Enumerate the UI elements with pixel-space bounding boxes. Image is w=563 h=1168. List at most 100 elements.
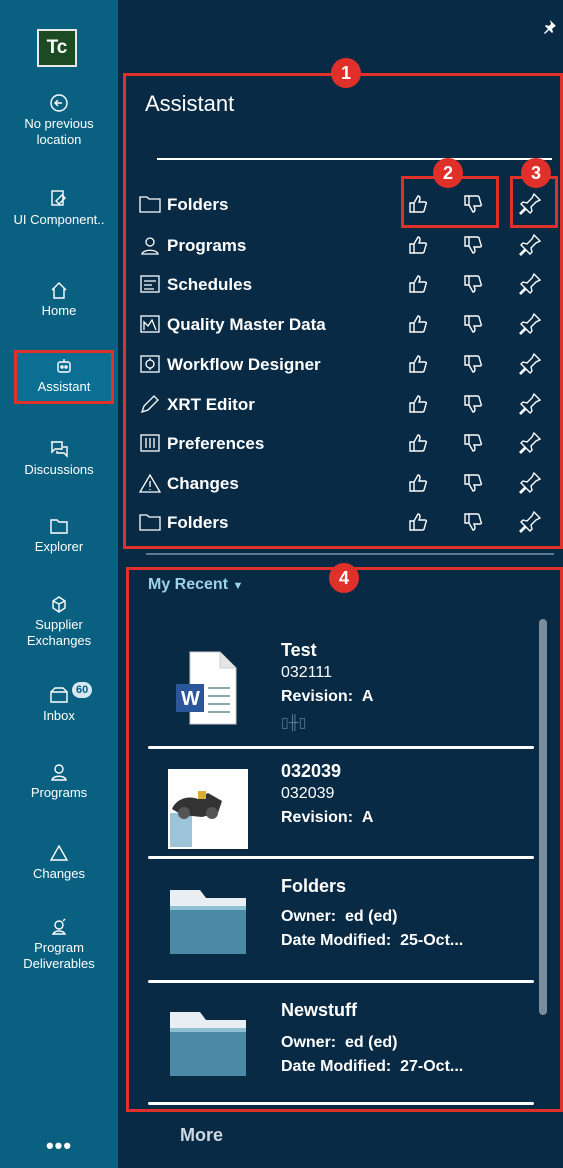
row-label: Preferences — [167, 434, 265, 453]
folder-icon — [48, 515, 70, 537]
thumbs-down-icon[interactable] — [461, 192, 485, 216]
pin-icon[interactable] — [518, 233, 542, 257]
nav-ui-component[interactable]: UI Component.. — [0, 188, 118, 228]
row-label: Folders — [167, 195, 229, 214]
programs-icon — [138, 234, 162, 256]
card-separator — [148, 980, 534, 983]
programs-icon — [48, 761, 70, 783]
pin-icon[interactable] — [518, 392, 542, 416]
global-navigation-rail: Tc No previous location UI Component.. H… — [0, 0, 118, 1168]
date-modified-value: 25-Oct... — [400, 932, 464, 949]
thumbs-up-icon[interactable] — [406, 431, 430, 455]
nav-label: UI Component.. — [13, 212, 105, 227]
assistant-row-schedules[interactable]: Schedules — [138, 270, 563, 300]
thumbs-up-icon[interactable] — [406, 510, 430, 534]
nav-label: Assistant — [37, 379, 91, 394]
recent-scrollbar[interactable] — [539, 619, 547, 1015]
my-recent-dropdown[interactable]: My Recent ▼ — [148, 576, 243, 594]
nav-changes[interactable]: Changes — [0, 842, 118, 882]
nav-label: Programs — [30, 785, 88, 800]
pin-icon[interactable] — [518, 312, 542, 336]
changes-icon — [48, 842, 70, 864]
thumbs-down-icon[interactable] — [461, 312, 485, 336]
nav-supplier-exchanges[interactable]: Supplier Exchanges — [0, 593, 118, 649]
home-icon — [48, 279, 70, 301]
nav-no-previous-location[interactable]: No previous location — [0, 92, 118, 148]
nav-label: No previous location — [24, 116, 94, 147]
divider — [157, 158, 552, 160]
folder-thumbnail — [168, 886, 248, 956]
assistant-row-workflow-designer[interactable]: Workflow Designer — [138, 350, 563, 380]
assistant-row-preferences[interactable]: Preferences — [138, 429, 563, 459]
nav-program-deliverables[interactable]: Program Deliverables — [0, 916, 118, 972]
assistant-row-folders[interactable]: Folders — [138, 190, 563, 220]
date-modified-value: 27-Oct... — [400, 1058, 464, 1075]
thumbs-down-icon[interactable] — [461, 352, 485, 376]
pin-icon[interactable] — [518, 510, 542, 534]
pin-icon[interactable] — [518, 352, 542, 376]
my-recent-label: My Recent — [148, 576, 229, 593]
pin-icon[interactable] — [518, 471, 542, 495]
date-modified-label: Date Modified: — [281, 1058, 392, 1075]
thumbs-down-icon[interactable] — [461, 392, 485, 416]
assistant-row-xrt-editor[interactable]: XRT Editor — [138, 390, 563, 420]
nav-assistant[interactable]: Assistant — [14, 350, 114, 404]
assistant-icon — [53, 355, 75, 377]
assistant-row-folders[interactable]: Folders — [138, 508, 563, 538]
nav-programs[interactable]: Programs — [0, 761, 118, 801]
thumbs-up-icon[interactable] — [406, 471, 430, 495]
program-deliverables-icon — [48, 916, 70, 938]
pin-icon[interactable] — [518, 192, 542, 216]
assistant-row-changes[interactable]: Changes — [138, 469, 563, 499]
thumbs-up-icon[interactable] — [406, 272, 430, 296]
teamcenter-logo: Tc — [37, 29, 77, 67]
thumbs-up-icon[interactable] — [406, 352, 430, 376]
recent-item-newstuff[interactable]: Newstuff Owner: ed (ed) Date Modified: 2… — [148, 984, 534, 1105]
recent-item-test[interactable]: W Test 032111 Revision: A ▯╫▯ — [148, 630, 534, 752]
folder-icon — [138, 511, 162, 533]
chevron-down-icon: ▼ — [232, 580, 244, 592]
svg-text:W: W — [181, 688, 200, 710]
more-button[interactable]: More — [180, 1125, 223, 1146]
date-modified-label: Date Modified: — [281, 932, 392, 949]
pin-icon[interactable] — [542, 20, 556, 34]
thumbs-down-icon[interactable] — [461, 233, 485, 257]
owner-value: ed (ed) — [345, 908, 398, 925]
pencil-icon — [138, 393, 162, 415]
divider — [146, 553, 554, 555]
nav-label: Explorer — [34, 539, 84, 554]
assistant-panel: 1 Assistant 2 3 Folders Programs Schedules… — [118, 0, 563, 1168]
nav-inbox[interactable]: 60 Inbox — [0, 682, 118, 724]
assistant-row-programs[interactable]: Programs — [138, 231, 563, 261]
item-id: 032111 — [281, 664, 333, 681]
thumbs-up-icon[interactable] — [406, 192, 430, 216]
recent-item-folders[interactable]: Folders Owner: ed (ed) Date Modified: 25… — [148, 862, 534, 983]
thumbs-down-icon[interactable] — [461, 272, 485, 296]
card-separator — [148, 856, 534, 859]
pin-icon[interactable] — [518, 272, 542, 296]
thumbs-down-icon[interactable] — [461, 510, 485, 534]
teamcenter-app: Tc No previous location UI Component.. H… — [0, 0, 563, 1168]
thumbs-up-icon[interactable] — [406, 233, 430, 257]
nav-label: Program Deliverables — [23, 940, 95, 971]
thumbs-up-icon[interactable] — [406, 312, 430, 336]
nav-label: Inbox — [43, 708, 75, 723]
recent-item-032039[interactable]: 032039 032039 Revision: A — [148, 752, 534, 860]
item-title: Newstuff — [281, 1000, 357, 1020]
thumbs-up-icon[interactable] — [406, 392, 430, 416]
more-commands-button[interactable]: ••• — [0, 1133, 118, 1159]
preferences-icon — [138, 432, 162, 454]
revision-label: Revision: — [281, 688, 354, 705]
item-id: 032039 — [281, 785, 335, 802]
owner-label: Owner: — [281, 908, 337, 925]
row-label: Folders — [167, 513, 229, 532]
nav-explorer[interactable]: Explorer — [0, 515, 118, 555]
pin-icon[interactable] — [518, 431, 542, 455]
thumbs-down-icon[interactable] — [461, 471, 485, 495]
row-label: Changes — [167, 474, 239, 493]
assistant-row-quality-master-data[interactable]: Quality Master Data — [138, 310, 563, 340]
nav-home[interactable]: Home — [0, 279, 118, 319]
inbox-icon — [48, 684, 70, 706]
nav-discussions[interactable]: Discussions — [0, 438, 118, 478]
thumbs-down-icon[interactable] — [461, 431, 485, 455]
